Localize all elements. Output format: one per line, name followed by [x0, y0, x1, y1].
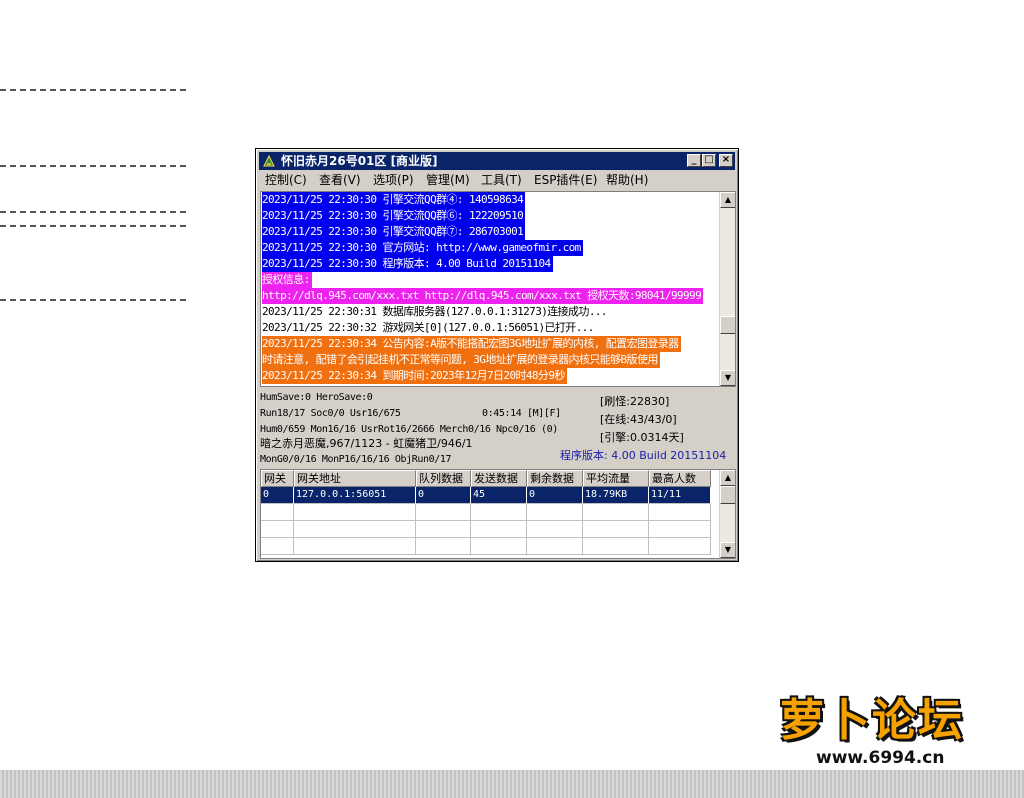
cell-address: 127.0.0.1:56051 [294, 487, 416, 504]
log-line: 2023/11/25 22:30:34 公告内容:A版不能搭配宏图3G地址扩展的… [262, 336, 681, 352]
log-line: 2023/11/25 22:30:31 数据库服务器(127.0.0.1:312… [262, 304, 609, 320]
cell-empty [294, 538, 416, 555]
separator-line [0, 211, 186, 213]
status-counts: Hum0/659 Mon16/16 UsrRot16/2666 Merch0/1… [260, 424, 558, 435]
column-header-address[interactable]: 网关地址 [294, 470, 416, 487]
title-bar[interactable]: 怀旧赤月26号01区 [商业版] _ □ × [259, 152, 735, 170]
cell-empty [527, 521, 583, 538]
cell-empty [527, 504, 583, 521]
column-header-sent[interactable]: 发送数据 [471, 470, 527, 487]
scroll-down-arrow-icon[interactable]: ▼ [720, 370, 735, 386]
cell-empty [583, 504, 649, 521]
cell-empty [583, 521, 649, 538]
separator-line [0, 299, 186, 301]
cell-gateway: 0 [261, 487, 294, 504]
column-header-gateway[interactable]: 网关 [261, 470, 294, 487]
log-line: 2023/11/25 22:30:32 游戏网关[0](127.0.0.1:56… [262, 320, 596, 336]
status-save: HumSave:0 HeroSave:0 [260, 392, 373, 403]
column-header-max-users[interactable]: 最高人数 [649, 470, 711, 487]
log-line: 授权信息: [262, 272, 312, 288]
cell-empty [649, 504, 711, 521]
close-button[interactable]: × [719, 154, 733, 167]
scroll-up-arrow-icon[interactable]: ▲ [720, 192, 735, 208]
status-time: 0:45:14 [M][F] [482, 408, 561, 419]
log-line: http://dlq.945.com/xxx.txt http://dlq.94… [262, 288, 704, 304]
cell-remaining: 0 [527, 487, 583, 504]
status-run: Run18/17 Soc0/0 Usr16/675 [260, 408, 401, 419]
cell-empty [649, 521, 711, 538]
watermark-url: www.6994.cn [816, 748, 945, 768]
cell-avg-traffic: 18.79KB [583, 487, 649, 504]
separator-line [0, 165, 186, 167]
menu-options[interactable]: 选项(P) [373, 172, 414, 188]
watermark-logo-text: 萝卜论坛 [780, 695, 964, 746]
status-monster: 暗之赤月恶魔,967/1123 - 虹魔猪卫/946/1 [260, 437, 473, 450]
cell-empty [527, 538, 583, 555]
table-scrollbar[interactable]: ▲ ▼ [719, 470, 735, 558]
menu-view[interactable]: 查看(V) [319, 172, 361, 188]
cell-empty [649, 538, 711, 555]
log-scrollbar[interactable]: ▲ ▼ [719, 192, 735, 386]
log-line: 2023/11/25 22:30:30 引擎交流QQ群⑥: 122209510 [262, 208, 526, 224]
separator-line [0, 225, 186, 227]
scroll-thumb[interactable] [720, 486, 735, 504]
status-online: [在线:43/43/0] [600, 413, 677, 426]
status-engine: [引擎:0.0314天] [600, 431, 684, 444]
cell-max-users: 11/11 [649, 487, 711, 504]
gateway-table: 网关 网关地址 队列数据 发送数据 剩余数据 平均流量 最高人数 0 127.0… [260, 469, 736, 559]
cell-queue: 0 [416, 487, 471, 504]
cell-empty [416, 521, 471, 538]
cell-empty [416, 504, 471, 521]
status-refresh: [刷怪:22830] [600, 395, 670, 408]
status-objects: MonG0/0/16 MonP16/16/16 ObjRun0/17 [260, 454, 452, 465]
log-panel[interactable]: 2023/11/25 22:30:30 引擎交流QQ群④: 140598634 … [260, 191, 736, 387]
scroll-thumb[interactable] [720, 316, 735, 334]
log-line: 2023/11/25 22:30:34 到期时间:2023年12月7日20时48… [262, 368, 567, 384]
maximize-button[interactable]: □ [702, 154, 716, 167]
log-line: 2023/11/25 22:30:30 引擎交流QQ群④: 140598634 [262, 192, 526, 208]
bottom-border [0, 770, 1024, 798]
table-row[interactable] [261, 521, 711, 538]
menu-help[interactable]: 帮助(H) [606, 172, 648, 188]
table-row[interactable] [261, 504, 711, 521]
cell-empty [471, 504, 527, 521]
cell-empty [261, 504, 294, 521]
server-window: 怀旧赤月26号01区 [商业版] _ □ × 控制(C) 查看(V) 选项(P)… [255, 148, 739, 562]
cell-empty [261, 521, 294, 538]
cell-empty [583, 538, 649, 555]
menu-manage[interactable]: 管理(M) [426, 172, 470, 188]
cell-empty [261, 538, 294, 555]
menu-control[interactable]: 控制(C) [265, 172, 307, 188]
menu-tools[interactable]: 工具(T) [481, 172, 522, 188]
table-row[interactable] [261, 538, 711, 555]
window-title: 怀旧赤月26号01区 [商业版] [281, 154, 438, 168]
log-line: 时请注意, 配错了会引起挂机不正常等问题, 3G地址扩展的登录器内核只能够B版使… [262, 352, 660, 368]
scroll-down-arrow-icon[interactable]: ▼ [720, 542, 735, 558]
cell-sent: 45 [471, 487, 527, 504]
separator-line [0, 89, 186, 91]
table-row[interactable]: 0 127.0.0.1:56051 0 45 0 18.79KB 11/11 [261, 487, 711, 504]
column-header-avg-traffic[interactable]: 平均流量 [583, 470, 649, 487]
cell-empty [416, 538, 471, 555]
minimize-button[interactable]: _ [687, 154, 701, 167]
status-version: 程序版本: 4.00 Build 20151104 [560, 449, 727, 462]
scroll-up-arrow-icon[interactable]: ▲ [720, 470, 735, 486]
column-header-queue[interactable]: 队列数据 [416, 470, 471, 487]
cell-empty [294, 521, 416, 538]
cell-empty [471, 521, 527, 538]
app-icon [263, 154, 275, 167]
menu-esp-plugins[interactable]: ESP插件(E) [534, 172, 597, 188]
menu-bar: 控制(C) 查看(V) 选项(P) 管理(M) 工具(T) ESP插件(E) 帮… [259, 171, 735, 189]
log-line: 2023/11/25 22:30:30 程序版本: 4.00 Build 201… [262, 256, 553, 272]
column-header-remaining[interactable]: 剩余数据 [527, 470, 583, 487]
cell-empty [294, 504, 416, 521]
log-line: 2023/11/25 22:30:30 引擎交流QQ群⑦: 286703001 [262, 224, 526, 240]
cell-empty [471, 538, 527, 555]
log-line: 2023/11/25 22:30:30 官方网站: http://www.gam… [262, 240, 583, 256]
